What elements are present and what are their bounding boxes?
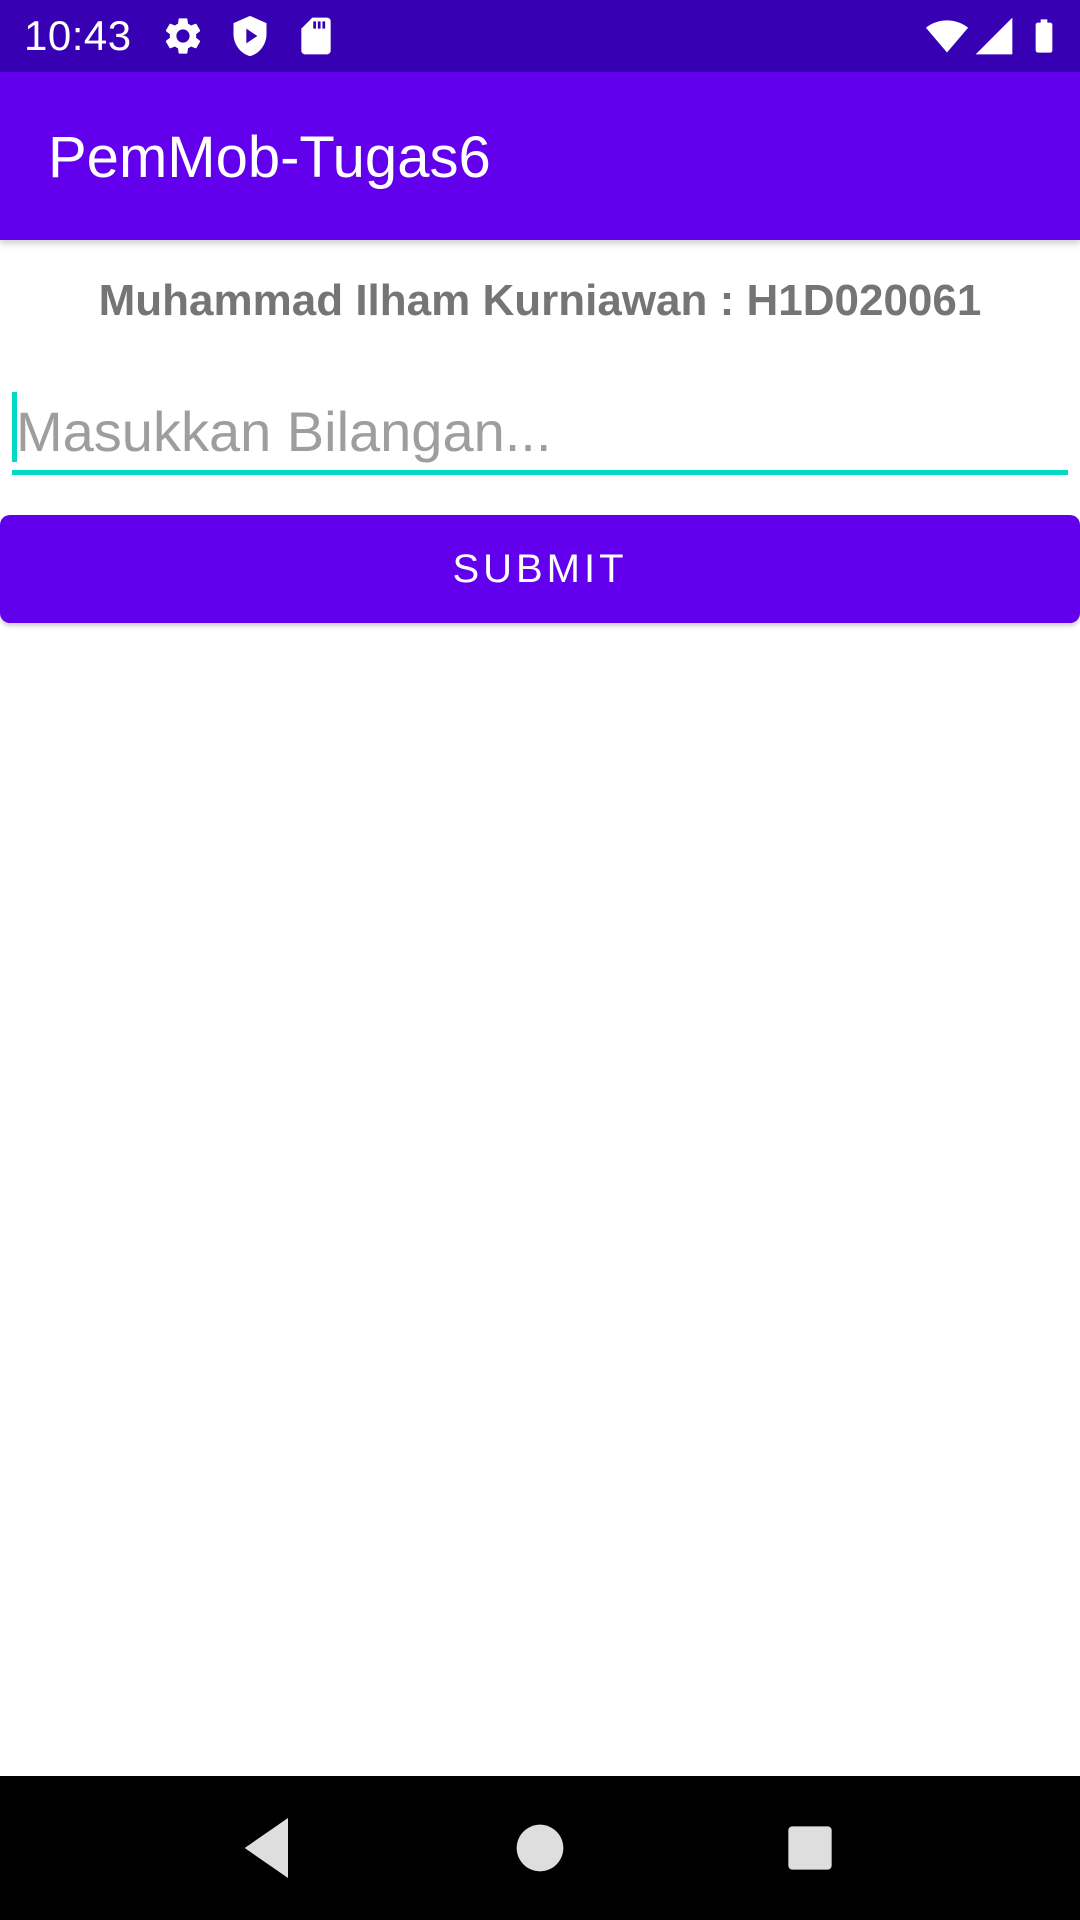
gear-icon [161, 14, 205, 58]
cell-signal-icon [972, 14, 1016, 58]
back-icon[interactable] [228, 1808, 308, 1888]
shield-play-icon [228, 14, 272, 58]
wifi-icon [922, 14, 972, 58]
recents-icon[interactable] [770, 1808, 850, 1888]
app-screen: 10:43 PemMob-Tugas6 Muhammad Ilham Kurni… [0, 0, 1080, 1920]
student-name-label: Muhammad Ilham Kurniawan : H1D020061 [98, 276, 982, 325]
input-underline [12, 470, 1068, 475]
sd-card-icon [294, 14, 338, 58]
number-input-field[interactable] [12, 390, 1068, 476]
navigation-bar [0, 1776, 1080, 1920]
status-time: 10:43 [24, 12, 132, 59]
battery-icon [1024, 14, 1064, 58]
home-icon[interactable] [500, 1808, 580, 1888]
submit-button[interactable]: SUBMIT [0, 515, 1080, 623]
text-cursor [12, 392, 17, 462]
app-bar: PemMob-Tugas6 [0, 72, 1080, 240]
status-bar: 10:43 [0, 0, 1080, 72]
app-title: PemMob-Tugas6 [48, 125, 491, 190]
number-input[interactable] [12, 390, 1068, 472]
